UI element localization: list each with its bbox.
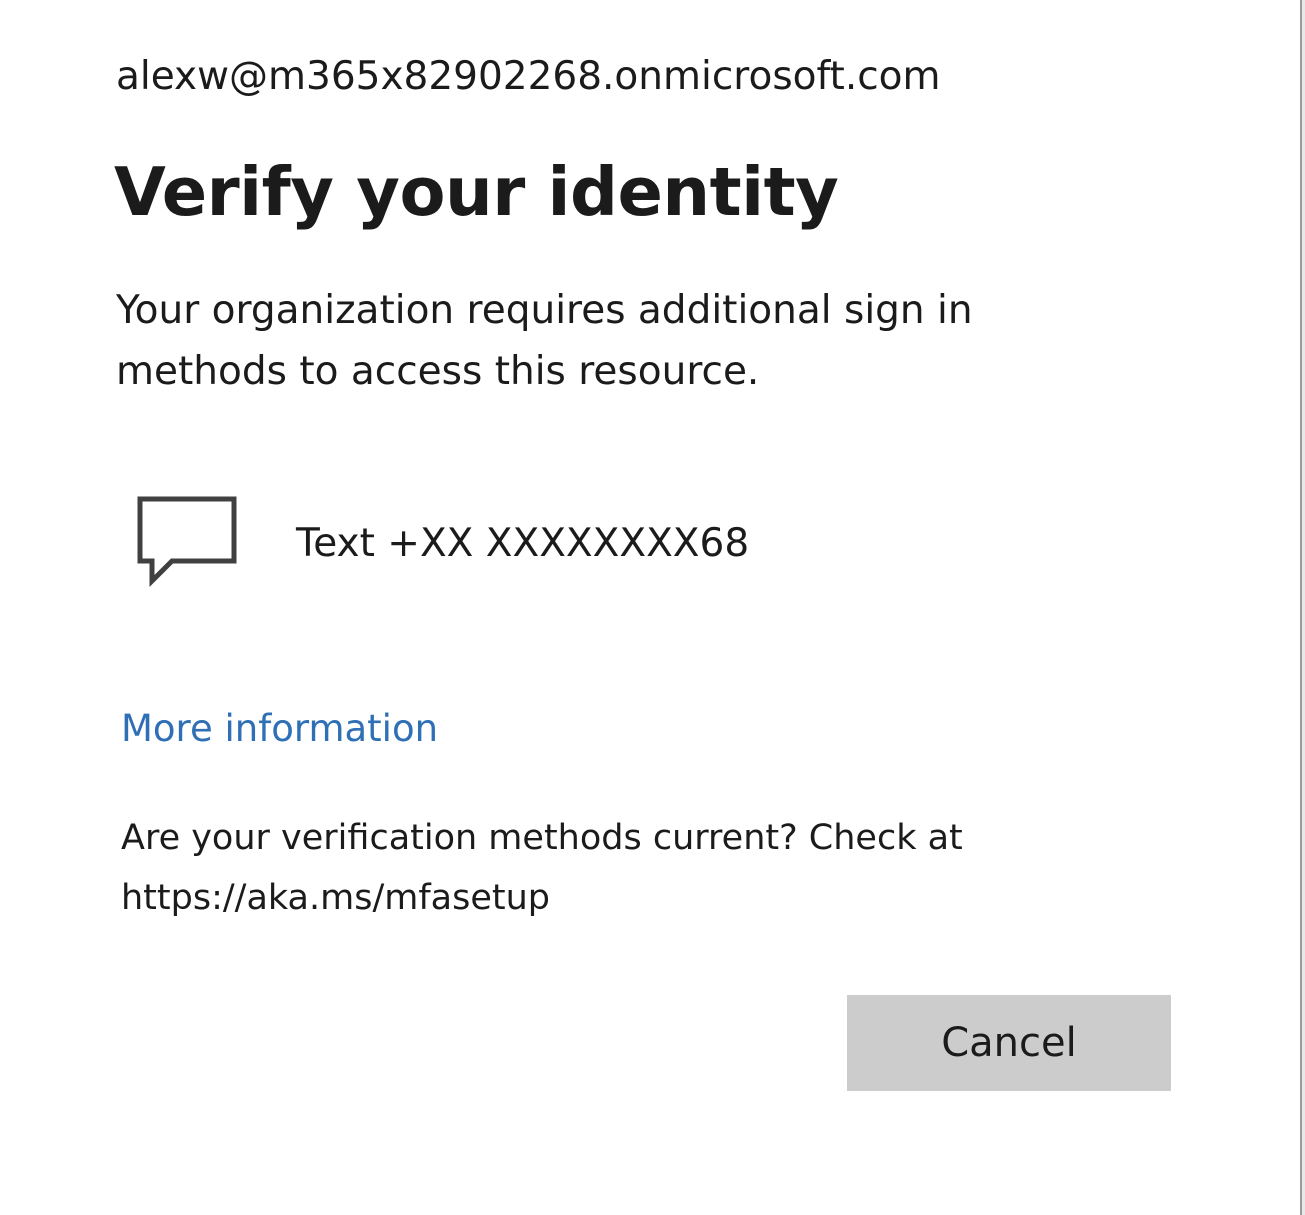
page-title: Verify your identity	[114, 153, 839, 231]
verify-identity-dialog: alexw@m365x82902268.onmicrosoft.com Veri…	[0, 0, 1300, 1215]
mfa-setup-note: Are your verification methods current? C…	[121, 818, 963, 918]
method-label: Text +XX XXXXXXXX68	[296, 521, 750, 566]
cancel-button[interactable]: Cancel	[847, 995, 1171, 1091]
account-email: alexw@m365x82902268.onmicrosoft.com	[116, 54, 941, 99]
chat-bubble-icon	[137, 496, 237, 588]
more-information-link[interactable]: More information	[121, 703, 438, 755]
method-option-text[interactable]: Text +XX XXXXXXXX68	[116, 486, 1016, 596]
page-description: Your organization requires additional si…	[116, 288, 973, 394]
